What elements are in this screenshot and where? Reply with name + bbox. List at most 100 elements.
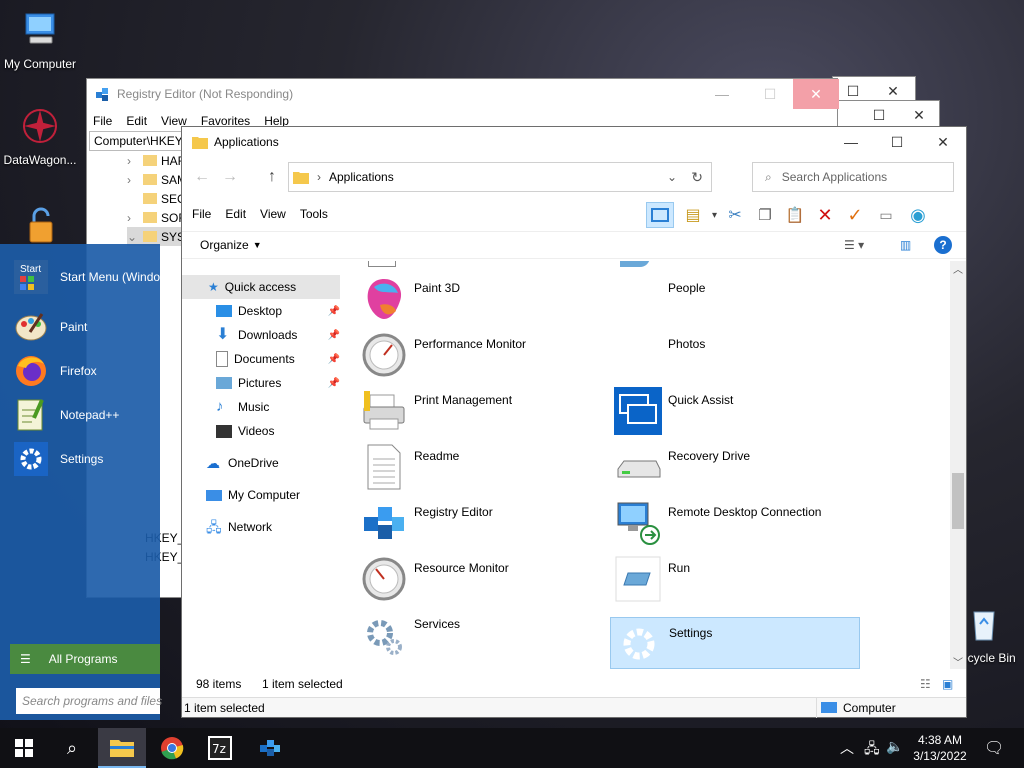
star-icon: ★ xyxy=(208,280,219,294)
vertical-scrollbar[interactable]: ︿ ﹀ xyxy=(950,261,966,669)
nav-onedrive[interactable]: ☁ OneDrive xyxy=(182,451,340,475)
file-item[interactable]: Performance Monitor xyxy=(360,331,610,385)
scrollbar-thumb[interactable] xyxy=(952,473,964,529)
address-dropdown-icon[interactable]: ⌄ xyxy=(667,170,677,184)
network-status-icon[interactable]: 🖧 xyxy=(864,738,880,762)
file-item[interactable]: Services xyxy=(360,611,610,665)
organize-button[interactable]: Organize ▼ xyxy=(200,238,262,252)
scroll-up-icon[interactable]: ︿ xyxy=(953,261,963,276)
preview-pane-toggle-icon[interactable]: ▥ xyxy=(900,238,911,252)
taskbar-regedit[interactable] xyxy=(246,728,294,768)
menu-file[interactable]: File xyxy=(93,114,112,128)
dropdown-icon[interactable]: ▾ xyxy=(712,210,717,221)
clock[interactable]: 4:38 AM 3/13/2022 xyxy=(908,732,972,764)
menu-edit[interactable]: Edit xyxy=(225,207,246,221)
file-item[interactable]: People xyxy=(614,275,864,329)
file-item[interactable]: Remote Desktop Connection xyxy=(614,499,864,553)
start-item-firefox[interactable]: Firefox xyxy=(14,354,97,388)
view-options-icon[interactable]: ☰ ▾ xyxy=(844,238,864,252)
file-item-label: Settings xyxy=(669,626,713,640)
nav-my-computer[interactable]: My Computer xyxy=(182,483,340,507)
lock-icon[interactable] xyxy=(20,206,62,246)
menu-tools[interactable]: Tools xyxy=(300,207,328,221)
start-button[interactable] xyxy=(0,728,48,768)
preview-pane-icon[interactable] xyxy=(646,202,674,228)
file-item-label: Paint 3D xyxy=(414,281,461,295)
maximize-button[interactable]: ☐ xyxy=(874,127,920,157)
scroll-down-icon[interactable]: ﹀ xyxy=(953,654,963,669)
minimize-button[interactable]: — xyxy=(699,79,745,109)
explorer-titlebar[interactable]: Applications — ☐ ✕ xyxy=(182,127,966,157)
start-menu[interactable]: Start Menu (Windo Start Paint Firefox No… xyxy=(0,244,162,720)
pin-icon[interactable]: 📌 xyxy=(328,354,340,365)
start-item-notepadplusplus[interactable]: Notepad++ xyxy=(14,398,119,432)
minimize-button[interactable]: — xyxy=(828,127,874,157)
paste-icon[interactable]: 📋 xyxy=(783,206,807,224)
file-item[interactable]: Registry Editor xyxy=(360,499,610,553)
nav-music[interactable]: ♪ Music xyxy=(182,395,340,419)
checkmark-icon[interactable]: ✓ xyxy=(843,205,867,226)
menu-file[interactable]: File xyxy=(192,207,211,221)
details-view-icon[interactable]: ☷ xyxy=(920,677,931,691)
status-bar: 98 items 1 item selected ☷ ▣ xyxy=(182,673,966,695)
rename-icon[interactable]: ▭ xyxy=(873,207,899,224)
file-item[interactable]: Resource Monitor xyxy=(360,555,610,609)
properties-icon[interactable]: ▤ xyxy=(680,205,706,225)
registry-titlebar[interactable]: Registry Editor (Not Responding) — ☐ ✕ xyxy=(87,79,839,109)
menu-view[interactable]: View xyxy=(260,207,286,221)
file-item[interactable]: Photos xyxy=(614,331,864,385)
nav-quick-access[interactable]: ★ Quick access xyxy=(182,275,340,299)
volume-icon[interactable]: 🔈 xyxy=(886,738,903,755)
start-search-input[interactable]: Search programs and files xyxy=(16,688,162,714)
nav-documents[interactable]: Documents 📌 xyxy=(182,347,340,371)
delete-icon[interactable]: ✕ xyxy=(813,205,837,226)
taskbar-7zip[interactable]: 7z xyxy=(196,728,244,768)
clock-time: 4:38 AM xyxy=(917,733,963,747)
cut-icon[interactable]: ✂ xyxy=(723,205,747,225)
file-item[interactable]: Print Management xyxy=(360,387,610,441)
file-item-selected[interactable]: Settings xyxy=(610,617,860,669)
address-bar[interactable]: › Applications ⌄ ↻ xyxy=(288,162,712,192)
file-item[interactable]: Quick Assist xyxy=(614,387,864,441)
tiles-view-icon[interactable]: ▣ xyxy=(942,677,953,691)
nav-downloads[interactable]: ⬇ Downloads 📌 xyxy=(182,323,340,347)
pin-icon[interactable]: 📌 xyxy=(328,378,340,389)
explorer-window[interactable]: Applications — ☐ ✕ ← → ↑ › Applications … xyxy=(181,126,967,718)
pin-icon[interactable]: 📌 xyxy=(328,330,340,341)
file-item-label: Print Management xyxy=(414,393,513,407)
chevron-right-icon: › xyxy=(317,170,321,184)
taskbar-chrome[interactable] xyxy=(148,728,196,768)
maximize-button[interactable]: ☐ xyxy=(747,79,793,109)
file-item[interactable]: Recovery Drive xyxy=(614,443,864,497)
start-item-paint[interactable]: Paint xyxy=(14,310,87,344)
back-arrow-icon[interactable]: ← xyxy=(194,168,210,186)
up-arrow-icon[interactable]: ↑ xyxy=(268,168,276,186)
search-button[interactable]: ⌕ xyxy=(48,728,96,768)
nav-pictures[interactable]: Pictures 📌 xyxy=(182,371,340,395)
show-hidden-icons-icon[interactable]: ︿ xyxy=(840,738,854,758)
forward-arrow-icon[interactable]: → xyxy=(222,168,238,186)
help-icon[interactable]: ? xyxy=(934,236,952,254)
all-programs-button[interactable]: ☰ All Programs xyxy=(10,644,160,674)
breadcrumb[interactable]: Applications xyxy=(329,170,394,184)
desktop-icon-datawagon[interactable]: DataWagon... xyxy=(0,106,80,167)
chrome-icon xyxy=(161,737,184,760)
nav-videos[interactable]: Videos xyxy=(182,419,340,443)
close-button[interactable]: ✕ xyxy=(920,127,966,157)
nav-network[interactable]: 🖧 Network xyxy=(182,515,340,539)
close-button[interactable]: ✕ xyxy=(793,79,839,109)
nav-desktop[interactable]: Desktop 📌 xyxy=(182,299,340,323)
copy-icon[interactable]: ❐ xyxy=(753,206,777,224)
menu-edit[interactable]: Edit xyxy=(126,114,147,128)
search-box[interactable]: ⌕ Search Applications xyxy=(752,162,954,192)
start-item-settings[interactable]: Settings xyxy=(14,442,103,476)
globe-icon[interactable]: ◉ xyxy=(905,205,931,226)
refresh-icon[interactable]: ↻ xyxy=(691,169,703,186)
file-item[interactable]: Readme xyxy=(360,443,610,497)
file-item[interactable]: Paint 3D xyxy=(360,275,610,329)
notifications-icon[interactable]: 🗨 xyxy=(984,738,1004,758)
pin-icon[interactable]: 📌 xyxy=(328,306,340,317)
file-item[interactable]: Run xyxy=(614,555,864,609)
desktop-icon-my-computer[interactable]: My Computer xyxy=(0,10,80,71)
taskbar-explorer[interactable] xyxy=(98,728,146,768)
